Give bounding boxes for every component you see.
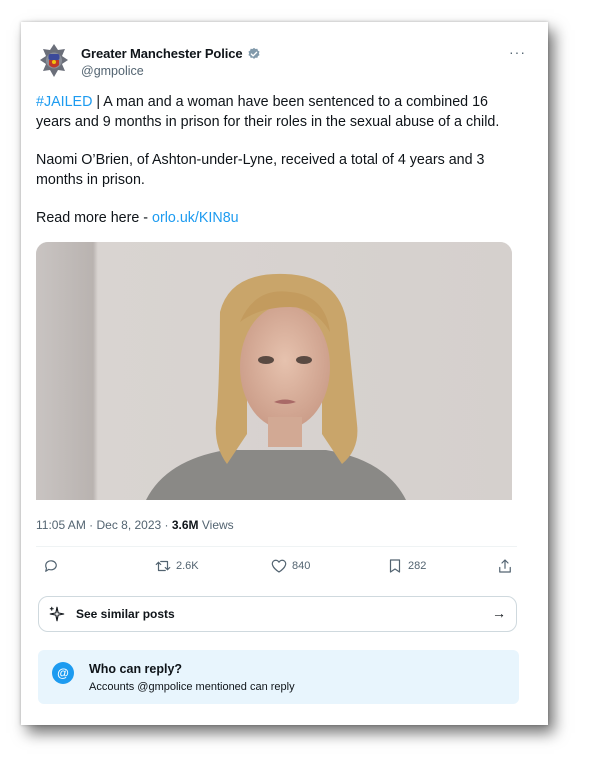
tweet-paragraph-2: Naomi O’Brien, of Ashton-under-Lyne, rec… [36,152,485,188]
like-button[interactable]: 840 [270,557,310,575]
who-can-reply-notice: @ Who can reply? Accounts @gmpolice ment… [38,650,519,704]
bookmark-button[interactable]: 282 [386,557,426,575]
views-count: 3.6M [171,518,199,532]
tweet-paragraph-3: Read more here - orlo.uk/KIN8u [36,208,526,228]
tweet-paragraph-1: #JAILED | A man and a woman have been se… [36,92,526,132]
hashtag-link[interactable]: #JAILED [36,94,92,110]
verified-badge-icon [247,47,260,59]
reply-button[interactable] [42,557,64,575]
police-badge-avatar[interactable] [39,44,69,78]
action-bar: 2.6K 840 282 [36,557,521,581]
tweet-photo[interactable] [36,242,512,500]
who-can-reply-subtitle: Accounts @gmpolice mentioned can reply [89,681,295,693]
display-name[interactable]: Greater Manchester Police [81,46,243,61]
retweet-count: 2.6K [176,560,199,572]
arrow-right-icon: → [492,605,506,621]
timestamp-views: 11:05 AM · Dec 8, 2023 · 3.6M Views [36,518,234,532]
account-handle[interactable]: @gmpolice [81,64,144,78]
reply-icon [45,560,57,572]
heart-icon [271,559,287,573]
tweet-card: Greater Manchester Police @gmpolice ··· … [21,22,548,725]
bookmark-icon [389,559,401,573]
divider [36,546,517,547]
share-icon [499,559,511,573]
retweet-icon [155,560,171,572]
article-link[interactable]: orlo.uk/KIN8u [152,210,239,226]
like-count: 840 [292,560,311,572]
views-label: Views [198,518,234,532]
read-more-prefix: Read more here - [36,210,153,226]
who-can-reply-title: Who can reply? [89,662,183,676]
tweet-text: #JAILED | A man and a woman have been se… [36,92,526,246]
name-row: Greater Manchester Police [81,46,261,61]
more-options-icon[interactable]: ··· [509,44,526,60]
timestamp[interactable]: 11:05 AM · Dec 8, 2023 · [36,518,172,532]
bookmark-count: 282 [408,560,427,572]
share-button[interactable] [496,557,518,575]
sparkle-icon [49,606,65,622]
see-similar-posts-button[interactable]: See similar posts → [38,596,517,632]
at-sign-icon: @ [52,662,74,684]
see-similar-posts-label: See similar posts [76,607,175,621]
paragraph-1-text: | A man and a woman have been sentenced … [36,94,500,130]
mugshot-image [36,242,512,500]
retweet-button[interactable]: 2.6K [154,557,199,575]
tweet-header: Greater Manchester Police @gmpolice ··· [39,44,530,84]
